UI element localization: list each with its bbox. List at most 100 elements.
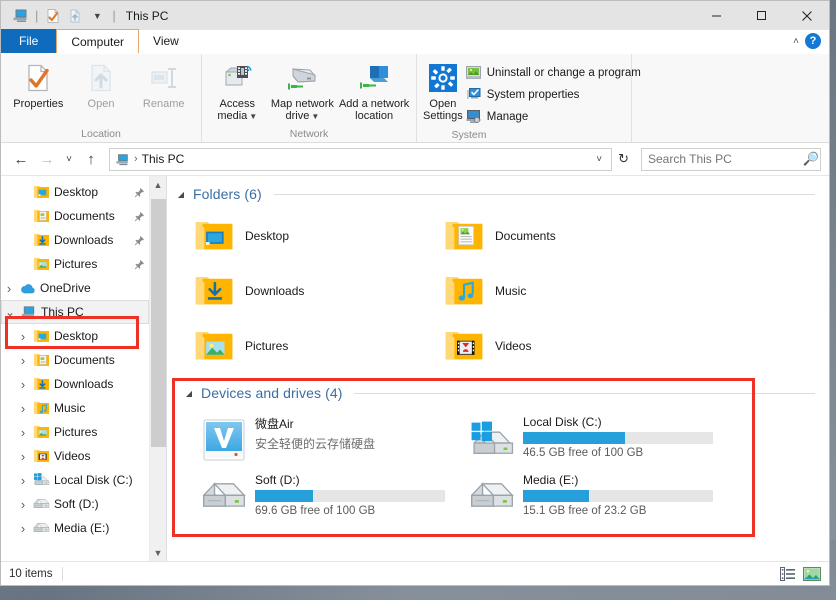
large-icons-view-icon[interactable]: [803, 566, 821, 581]
drive-tile[interactable]: Local Disk (C:) 46.5 GB free of 100 GB: [463, 407, 731, 465]
folder-tile-desktop[interactable]: Desktop: [187, 208, 437, 263]
collapse-ribbon-icon[interactable]: ˄: [793, 36, 799, 47]
up-button[interactable]: ↑: [79, 147, 103, 171]
folder-tile-documents[interactable]: Documents: [437, 208, 687, 263]
rename-button[interactable]: Rename: [132, 58, 195, 110]
nav-item-documents[interactable]: Documents: [1, 204, 149, 228]
rename-label: Rename: [142, 98, 185, 110]
scroll-up-arrow[interactable]: ▲: [150, 176, 167, 193]
nav-item-media-e[interactable]: › Media (E:): [1, 516, 149, 540]
nav-item-documents[interactable]: › Documents: [1, 348, 149, 372]
map-network-drive-caret-icon[interactable]: ▼: [311, 112, 319, 121]
back-button[interactable]: ←: [9, 147, 33, 171]
uninstall-program-button[interactable]: Uninstall or change a program: [463, 62, 647, 83]
drive-tile[interactable]: Soft (D:) 69.6 GB free of 100 GB: [195, 465, 463, 523]
tab-view[interactable]: View: [139, 29, 193, 53]
open-button[interactable]: Open: [70, 58, 133, 110]
system-properties-button[interactable]: System properties: [463, 84, 647, 105]
chevron-right-icon[interactable]: ›: [15, 425, 31, 440]
minimize-button[interactable]: [694, 1, 739, 30]
group-header-folders[interactable]: ◢ Folders (6): [175, 182, 829, 206]
nav-item-downloads[interactable]: › Downloads: [1, 372, 149, 396]
properties-icon[interactable]: [42, 5, 64, 27]
pin-icon[interactable]: [134, 259, 145, 270]
access-media-button[interactable]: Access media ▼: [208, 58, 267, 123]
address-input[interactable]: › This PC ˅: [109, 147, 613, 171]
folder-tile-pictures[interactable]: Pictures: [187, 318, 437, 373]
chevron-right-icon[interactable]: ›: [1, 281, 17, 296]
search-input[interactable]: [648, 152, 803, 166]
nav-item-soft-d[interactable]: › Soft (D:): [1, 492, 149, 516]
chevron-right-icon[interactable]: ›: [15, 401, 31, 416]
refresh-button[interactable]: ↻: [614, 151, 633, 167]
qat-dropdown-icon[interactable]: ▼: [86, 5, 108, 27]
collapse-devices-icon[interactable]: ◢: [183, 389, 195, 398]
navigation-pane: Desktop Documents Downloads Pictures › OneDri…: [1, 176, 166, 561]
group-header-devices[interactable]: ◢ Devices and drives (4): [175, 381, 829, 405]
folder-tile-label: Music: [495, 283, 527, 298]
nav-item-onedrive[interactable]: › OneDrive: [1, 276, 149, 300]
chevron-right-icon[interactable]: ›: [15, 521, 31, 536]
nav-item-pictures[interactable]: › Pictures: [1, 420, 149, 444]
nav-item-label: Soft (D:): [54, 497, 99, 511]
search-icon[interactable]: 🔍: [803, 151, 819, 167]
pin-icon[interactable]: [134, 187, 145, 198]
chevron-down-icon[interactable]: ⌄: [2, 306, 18, 318]
nav-item-label: Music: [54, 401, 86, 415]
collapse-folders-icon[interactable]: ◢: [175, 190, 187, 199]
properties-button[interactable]: Properties: [7, 58, 70, 110]
chevron-right-icon[interactable]: ›: [15, 497, 31, 512]
forward-button[interactable]: →: [35, 147, 59, 171]
folder-tile-label: Videos: [495, 338, 532, 353]
nav-item-local-disk-c[interactable]: › Local Disk (C:): [1, 468, 149, 492]
details-view-icon[interactable]: [780, 566, 796, 581]
chevron-right-icon[interactable]: ›: [15, 473, 31, 488]
breadcrumb-this-pc[interactable]: This PC: [142, 152, 185, 166]
close-button[interactable]: [784, 1, 829, 30]
map-network-drive-button[interactable]: Map network drive ▼: [267, 58, 339, 123]
nav-item-music[interactable]: › Music: [1, 396, 149, 420]
drive-name: Soft (D:): [255, 473, 300, 487]
breadcrumb-separator[interactable]: ›: [134, 153, 138, 165]
nav-item-desktop[interactable]: › Desktop: [1, 324, 149, 348]
nav-scrollbar[interactable]: ▲ ▼: [149, 176, 166, 561]
manage-button[interactable]: Manage: [463, 106, 647, 127]
folder-tile-label: Pictures: [245, 338, 289, 353]
drive-usage-fill: [255, 490, 313, 502]
access-media-icon: [221, 61, 253, 95]
chevron-right-icon[interactable]: ›: [15, 353, 31, 368]
nav-item-pictures[interactable]: Pictures: [1, 252, 149, 276]
drive-tile[interactable]: Media (E:) 15.1 GB free of 23.2 GB: [463, 465, 731, 523]
add-network-location-button[interactable]: Add a network location: [338, 58, 410, 122]
chevron-right-icon[interactable]: ›: [15, 449, 31, 464]
nav-item-desktop[interactable]: Desktop: [1, 180, 149, 204]
access-media-caret-icon[interactable]: ▼: [249, 112, 257, 121]
folder-tile-downloads[interactable]: Downloads: [187, 263, 437, 318]
help-icon[interactable]: ?: [805, 33, 821, 49]
nav-scroll-track[interactable]: [150, 193, 167, 544]
nav-item-this-pc[interactable]: ⌄ This PC: [1, 300, 149, 324]
chevron-right-icon[interactable]: ›: [15, 329, 31, 344]
drive-tile[interactable]: 微盘Air 安全轻便的云存储硬盘: [195, 407, 463, 465]
system-properties-icon: [466, 87, 481, 102]
open-settings-button[interactable]: Open Settings: [423, 58, 463, 122]
open-icon[interactable]: [64, 5, 86, 27]
scroll-down-arrow[interactable]: ▼: [150, 544, 167, 561]
maximize-button[interactable]: [739, 1, 784, 30]
pin-icon[interactable]: [134, 211, 145, 222]
nav-item-downloads[interactable]: Downloads: [1, 228, 149, 252]
nav-scroll-thumb[interactable]: [150, 199, 166, 447]
search-box[interactable]: 🔍: [641, 147, 821, 171]
nav-item-videos[interactable]: › Videos: [1, 444, 149, 468]
pin-icon[interactable]: [134, 235, 145, 246]
chevron-right-icon[interactable]: ›: [15, 377, 31, 392]
folder-tile-videos[interactable]: Videos: [437, 318, 687, 373]
address-dropdown-icon[interactable]: ˅: [591, 154, 607, 165]
folder-tile-music[interactable]: Music: [437, 263, 687, 318]
tab-file[interactable]: File: [1, 29, 57, 53]
ribbon-tab-bar: File Computer View ˄ ?: [1, 29, 829, 54]
folder-music-icon: [31, 400, 51, 416]
recent-locations-button[interactable]: ˅: [61, 147, 77, 171]
tab-computer[interactable]: Computer: [56, 29, 140, 53]
this-pc-icon[interactable]: [9, 5, 31, 27]
